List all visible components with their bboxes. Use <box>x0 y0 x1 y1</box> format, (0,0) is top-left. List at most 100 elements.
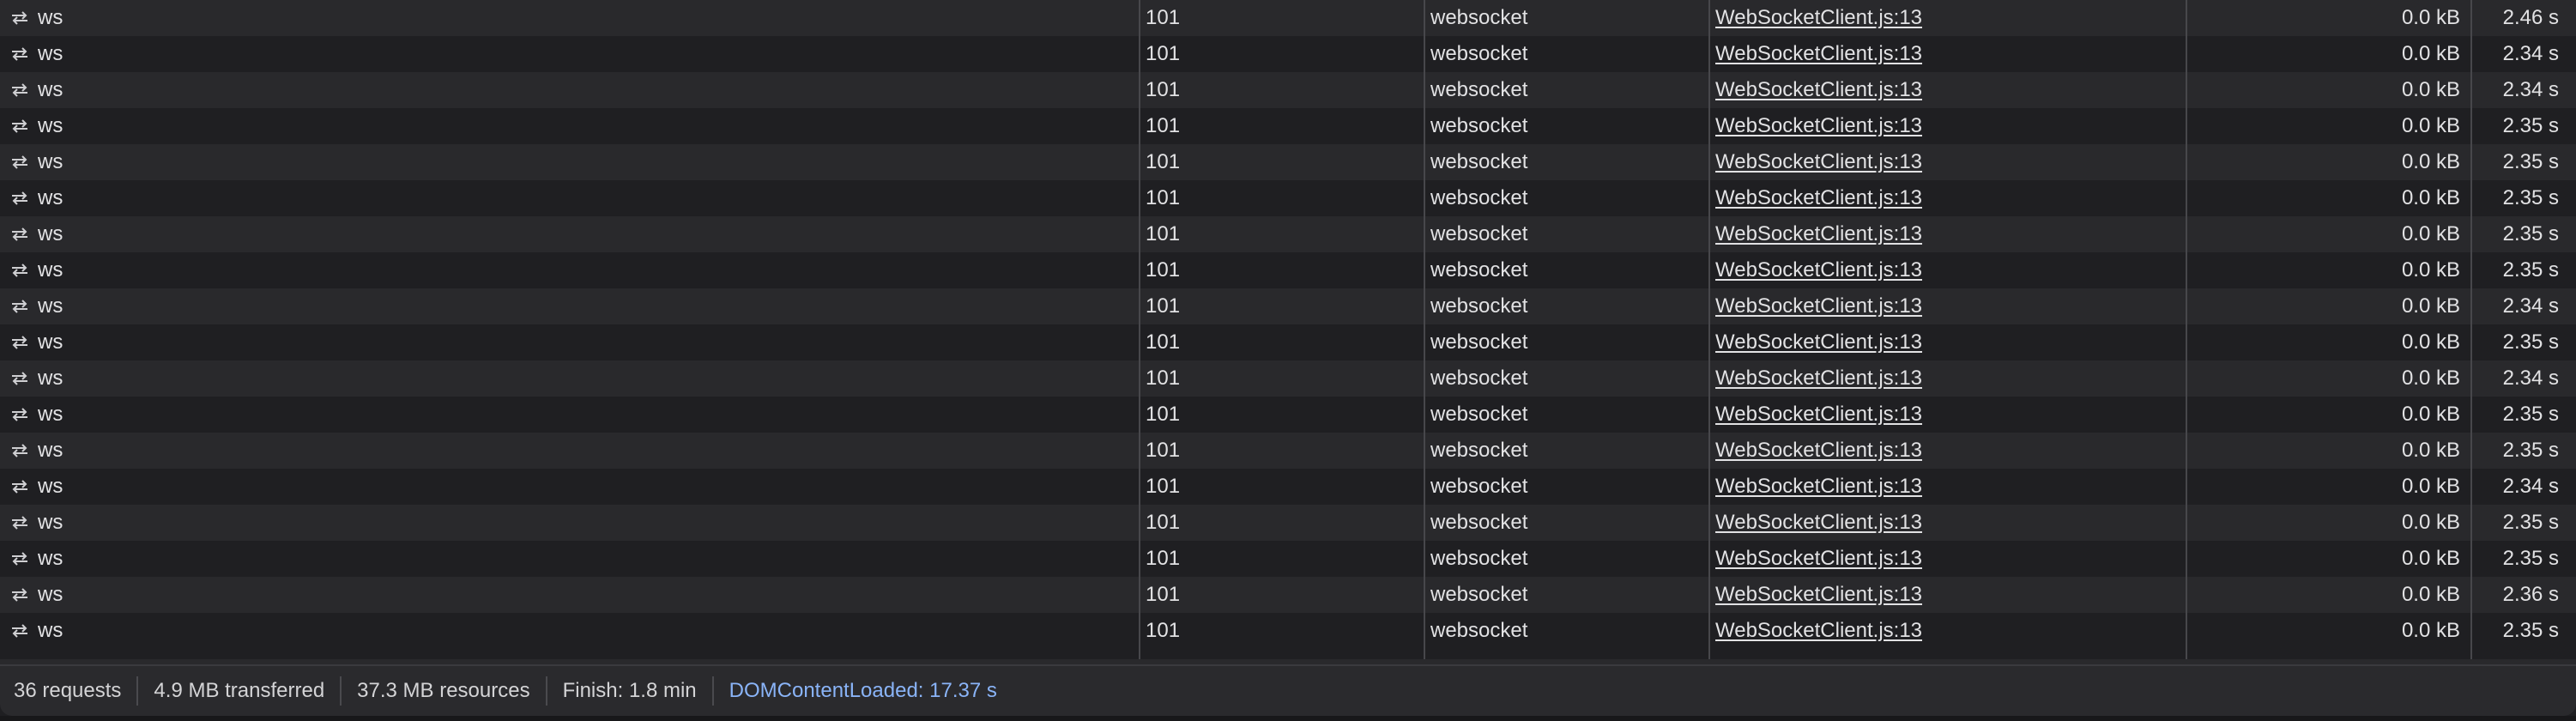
status-cell: 101 <box>1146 222 1181 245</box>
initiator-link[interactable]: WebSocketClient.js:13 <box>1715 583 1922 607</box>
type-cell: websocket <box>1430 619 1528 642</box>
name-cell[interactable]: ws <box>0 180 1139 216</box>
name-cell[interactable]: ws <box>0 0 1139 36</box>
initiator-cell: WebSocketClient.js:13 <box>1708 288 2186 324</box>
type-cell: websocket <box>1430 547 1528 570</box>
initiator-cell: WebSocketClient.js:13 <box>1708 324 2186 360</box>
websocket-arrows-icon <box>9 405 31 424</box>
websocket-arrows-icon <box>9 9 31 27</box>
initiator-link[interactable]: WebSocketClient.js:13 <box>1715 78 1922 102</box>
initiator-link[interactable]: WebSocketClient.js:13 <box>1715 439 1922 463</box>
initiator-link[interactable]: WebSocketClient.js:13 <box>1715 511 1922 535</box>
initiator-cell: WebSocketClient.js:13 <box>1708 397 2186 433</box>
size-cell: 0.0 kB <box>2401 511 2460 534</box>
status-cell: 101 <box>1146 475 1181 498</box>
request-table: ws 101 websocket WebSocketClient.js:13 0.0 k… <box>0 0 2576 649</box>
initiator-link[interactable]: WebSocketClient.js:13 <box>1715 6 1922 30</box>
request-row[interactable]: ws 101 websocket WebSocketClient.js:13 0.0 k… <box>0 72 2576 108</box>
name-cell[interactable]: ws <box>0 252 1139 288</box>
initiator-link[interactable]: WebSocketClient.js:13 <box>1715 258 1922 282</box>
request-name: ws <box>38 6 63 29</box>
name-cell[interactable]: ws <box>0 505 1139 541</box>
request-row[interactable]: ws 101 websocket WebSocketClient.js:13 0.0 k… <box>0 469 2576 505</box>
initiator-cell: WebSocketClient.js:13 <box>1708 433 2186 469</box>
request-row[interactable]: ws 101 websocket WebSocketClient.js:13 0.0 k… <box>0 433 2576 469</box>
request-row[interactable]: ws 101 websocket WebSocketClient.js:13 0.0 k… <box>0 216 2576 252</box>
initiator-link[interactable]: WebSocketClient.js:13 <box>1715 186 1922 210</box>
request-row[interactable]: ws 101 websocket WebSocketClient.js:13 0.0 k… <box>0 360 2576 397</box>
initiator-link[interactable]: WebSocketClient.js:13 <box>1715 403 1922 427</box>
name-cell[interactable]: ws <box>0 144 1139 180</box>
request-name: ws <box>38 78 63 101</box>
request-row[interactable]: ws 101 websocket WebSocketClient.js:13 0.0 k… <box>0 324 2576 360</box>
time-cell: 2.35 s <box>2502 403 2559 426</box>
websocket-arrows-icon <box>9 513 31 532</box>
type-cell: websocket <box>1430 294 1528 318</box>
initiator-cell: WebSocketClient.js:13 <box>1708 216 2186 252</box>
name-cell[interactable]: ws <box>0 469 1139 505</box>
initiator-link[interactable]: WebSocketClient.js:13 <box>1715 294 1922 318</box>
initiator-link[interactable]: WebSocketClient.js:13 <box>1715 330 1922 354</box>
request-row[interactable]: ws 101 websocket WebSocketClient.js:13 0.0 k… <box>0 252 2576 288</box>
request-row[interactable]: ws 101 websocket WebSocketClient.js:13 0.0 k… <box>0 541 2576 577</box>
initiator-link[interactable]: WebSocketClient.js:13 <box>1715 42 1922 66</box>
name-cell[interactable]: ws <box>0 288 1139 324</box>
request-row[interactable]: ws 101 websocket WebSocketClient.js:13 0.0 k… <box>0 108 2576 144</box>
name-cell[interactable]: ws <box>0 613 1139 649</box>
column-divider-status[interactable] <box>1139 0 1140 663</box>
name-cell[interactable]: ws <box>0 541 1139 577</box>
request-name: ws <box>38 114 63 137</box>
request-name: ws <box>38 619 63 642</box>
initiator-link[interactable]: WebSocketClient.js:13 <box>1715 222 1922 246</box>
request-row[interactable]: ws 101 websocket WebSocketClient.js:13 0.0 k… <box>0 397 2576 433</box>
request-row[interactable]: ws 101 websocket WebSocketClient.js:13 0.0 k… <box>0 577 2576 613</box>
request-row[interactable]: ws 101 websocket WebSocketClient.js:13 0.0 k… <box>0 505 2576 541</box>
initiator-link[interactable]: WebSocketClient.js:13 <box>1715 619 1922 643</box>
websocket-arrows-icon <box>9 585 31 604</box>
name-cell[interactable]: ws <box>0 324 1139 360</box>
initiator-cell: WebSocketClient.js:13 <box>1708 541 2186 577</box>
initiator-link[interactable]: WebSocketClient.js:13 <box>1715 367 1922 391</box>
name-cell[interactable]: ws <box>0 216 1139 252</box>
initiator-cell: WebSocketClient.js:13 <box>1708 72 2186 108</box>
request-row[interactable]: ws 101 websocket WebSocketClient.js:13 0.0 k… <box>0 180 2576 216</box>
initiator-cell: WebSocketClient.js:13 <box>1708 505 2186 541</box>
column-divider-size[interactable] <box>2186 0 2187 663</box>
initiator-cell: WebSocketClient.js:13 <box>1708 360 2186 397</box>
name-cell[interactable]: ws <box>0 360 1139 397</box>
size-cell: 0.0 kB <box>2401 330 2460 354</box>
initiator-cell: WebSocketClient.js:13 <box>1708 144 2186 180</box>
time-cell: 2.35 s <box>2502 511 2559 534</box>
column-divider-type[interactable] <box>1424 0 1425 663</box>
request-row[interactable]: ws 101 websocket WebSocketClient.js:13 0.0 k… <box>0 36 2576 72</box>
column-divider-initiator[interactable] <box>1708 0 1710 663</box>
request-row[interactable]: ws 101 websocket WebSocketClient.js:13 0.0 k… <box>0 0 2576 36</box>
name-cell[interactable]: ws <box>0 108 1139 144</box>
request-row[interactable]: ws 101 websocket WebSocketClient.js:13 0.0 k… <box>0 144 2576 180</box>
size-cell: 0.0 kB <box>2401 186 2460 209</box>
websocket-arrows-icon <box>9 549 31 568</box>
type-cell: websocket <box>1430 150 1528 173</box>
type-cell: websocket <box>1430 475 1528 498</box>
request-name: ws <box>38 403 63 426</box>
name-cell[interactable]: ws <box>0 72 1139 108</box>
request-row[interactable]: ws 101 websocket WebSocketClient.js:13 0.0 k… <box>0 613 2576 649</box>
initiator-link[interactable]: WebSocketClient.js:13 <box>1715 114 1922 138</box>
name-cell[interactable]: ws <box>0 397 1139 433</box>
name-cell[interactable]: ws <box>0 577 1139 613</box>
name-cell[interactable]: ws <box>0 36 1139 72</box>
initiator-link[interactable]: WebSocketClient.js:13 <box>1715 150 1922 174</box>
initiator-link[interactable]: WebSocketClient.js:13 <box>1715 547 1922 571</box>
initiator-link[interactable]: WebSocketClient.js:13 <box>1715 475 1922 499</box>
request-name: ws <box>38 367 63 390</box>
time-cell: 2.34 s <box>2502 475 2559 498</box>
column-divider-time[interactable] <box>2470 0 2472 663</box>
panel-bottom-edge <box>0 716 2576 721</box>
websocket-arrows-icon <box>9 297 31 316</box>
websocket-arrows-icon <box>9 441 31 460</box>
summary-resources: 37.3 MB resources <box>342 676 547 706</box>
name-cell[interactable]: ws <box>0 433 1139 469</box>
status-cell: 101 <box>1146 114 1181 137</box>
request-row[interactable]: ws 101 websocket WebSocketClient.js:13 0.0 k… <box>0 288 2576 324</box>
request-name: ws <box>38 583 63 606</box>
